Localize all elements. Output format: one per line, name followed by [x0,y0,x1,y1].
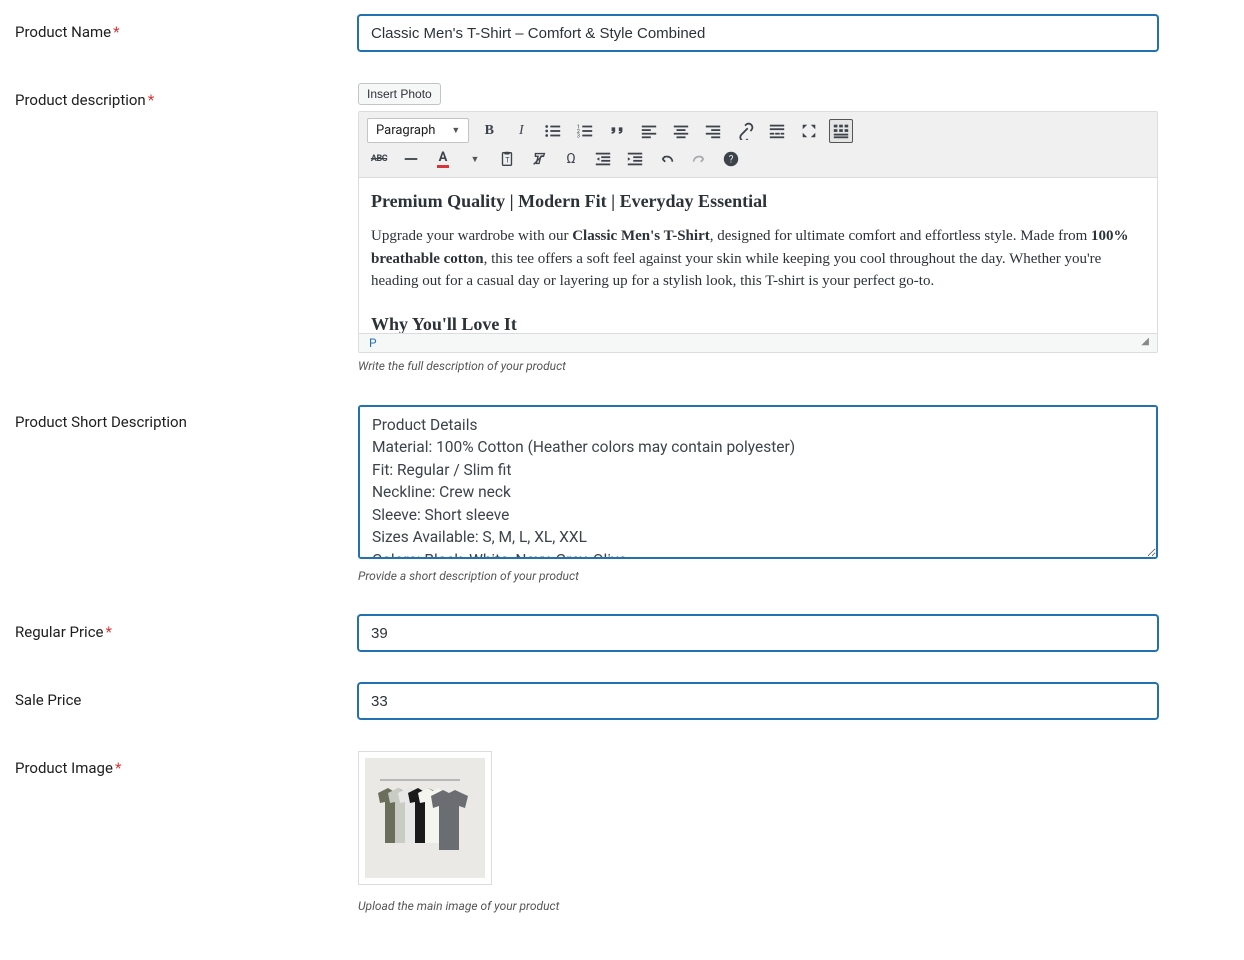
description-helper: Write the full description of your produ… [358,359,1158,373]
sale-price-input[interactable] [358,683,1158,719]
regular-price-label: Regular Price* [15,615,358,641]
editor-toolbar: Paragraph▼ B I 123 [359,112,1157,178]
italic-button[interactable]: I [509,119,533,143]
number-list-button[interactable]: 123 [573,119,597,143]
sale-price-label: Sale Price [15,683,358,709]
editor-content-area[interactable]: Premium Quality | Modern Fit | Everyday … [359,178,1157,333]
align-left-button[interactable] [637,119,661,143]
insert-more-button[interactable] [765,119,789,143]
desc-heading-1: Premium Quality | Modern Fit | Everyday … [371,188,1145,215]
product-name-label: Product Name* [15,15,358,41]
svg-text:?: ? [729,155,734,166]
desc-paragraph: Upgrade your wardrobe with our Classic M… [371,225,1145,293]
text-color-dropdown[interactable]: ▼ [463,147,487,171]
toolbar-toggle-button[interactable] [829,119,853,143]
product-image-helper: Upload the main image of your product [358,899,1158,913]
redo-button[interactable] [687,147,711,171]
short-description-input[interactable]: Product Details Material: 100% Cotton (H… [358,405,1158,559]
svg-text:T: T [505,156,510,165]
product-name-input[interactable] [358,15,1158,51]
clear-formatting-button[interactable] [527,147,551,171]
regular-price-input[interactable] [358,615,1158,651]
product-image-label: Product Image* [15,751,358,777]
undo-button[interactable] [655,147,679,171]
short-description-helper: Provide a short description of your prod… [358,569,1158,583]
tshirt-image-icon [365,758,485,878]
strikethrough-button[interactable]: ABC [367,147,391,171]
special-character-button[interactable]: Ω [559,147,583,171]
required-mark: * [115,759,121,777]
insert-photo-button[interactable]: Insert Photo [358,83,441,105]
editor-path: P [369,336,377,350]
svg-text:3: 3 [577,133,580,139]
align-center-button[interactable] [669,119,693,143]
outdent-button[interactable] [591,147,615,171]
product-image-thumbnail[interactable] [358,751,492,885]
short-description-label: Product Short Description [15,405,358,431]
paste-text-button[interactable]: T [495,147,519,171]
rich-text-editor: Paragraph▼ B I 123 [358,111,1158,353]
bullet-list-button[interactable] [541,119,565,143]
desc-heading-2: Why You'll Love It [371,311,1145,334]
text-color-button[interactable]: A [431,147,455,171]
required-mark: * [113,23,119,41]
resize-handle-icon[interactable]: ◢ [1141,336,1147,350]
format-select[interactable]: Paragraph▼ [367,118,469,143]
required-mark: * [106,623,112,641]
product-description-label: Product description* [15,83,358,109]
indent-button[interactable] [623,147,647,171]
link-button[interactable] [733,119,757,143]
align-right-button[interactable] [701,119,725,143]
help-button[interactable]: ? [719,147,743,171]
bold-button[interactable]: B [477,119,501,143]
blockquote-button[interactable] [605,119,629,143]
editor-statusbar: P ◢ [359,333,1157,352]
chevron-down-icon: ▼ [451,125,460,136]
fullscreen-button[interactable] [797,119,821,143]
horizontal-rule-button[interactable] [399,147,423,171]
required-mark: * [148,91,154,109]
